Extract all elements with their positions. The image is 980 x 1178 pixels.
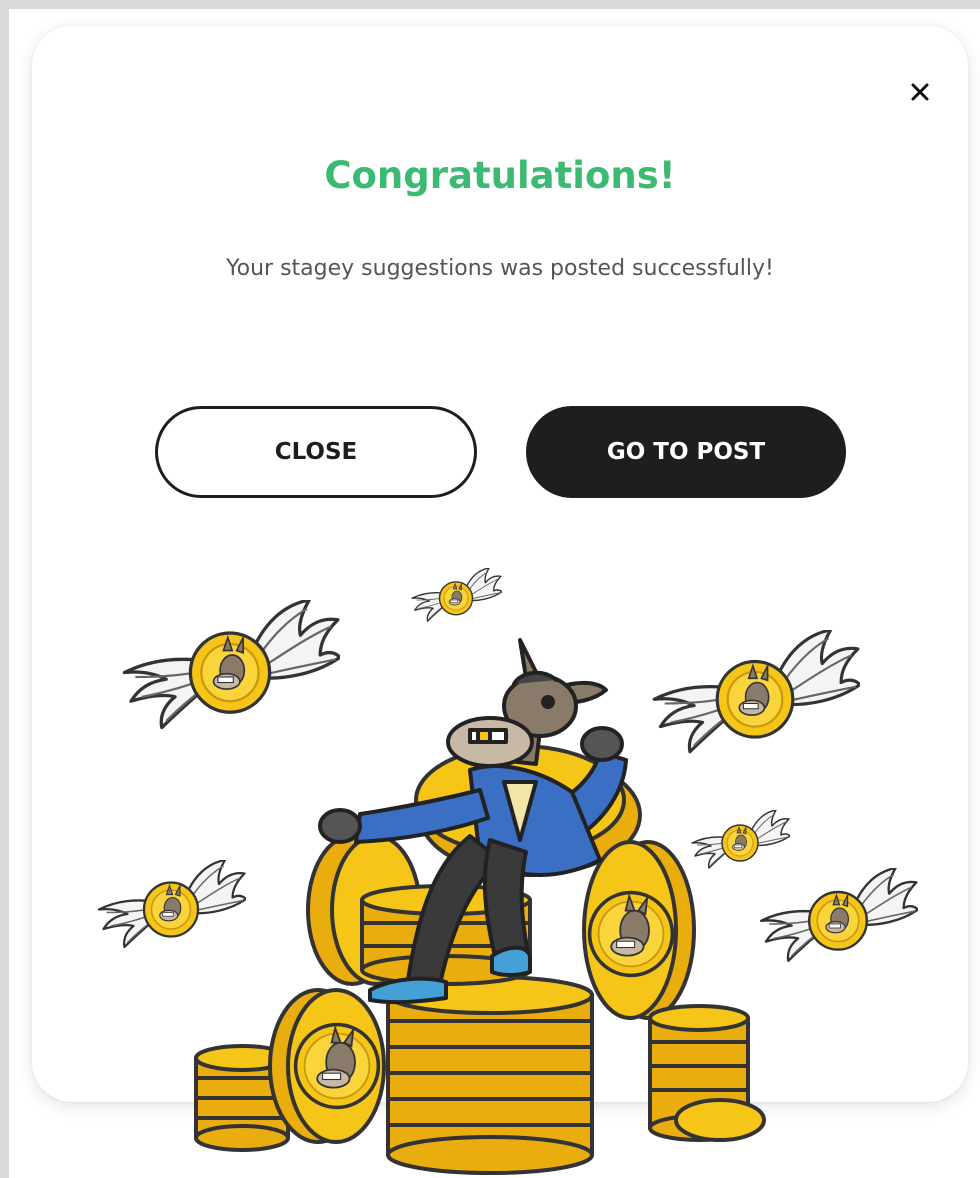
window-frame-top <box>0 0 980 9</box>
dialog-title: Congratulations! <box>324 154 676 197</box>
close-icon <box>911 83 929 101</box>
close-button[interactable]: CLOSE <box>155 406 477 498</box>
dialog-close-button[interactable] <box>900 72 940 112</box>
window-frame-left <box>0 0 9 1178</box>
dialog-message: Your stagey suggestions was posted succe… <box>226 256 774 281</box>
go-to-post-button[interactable]: GO TO POST <box>526 406 846 498</box>
